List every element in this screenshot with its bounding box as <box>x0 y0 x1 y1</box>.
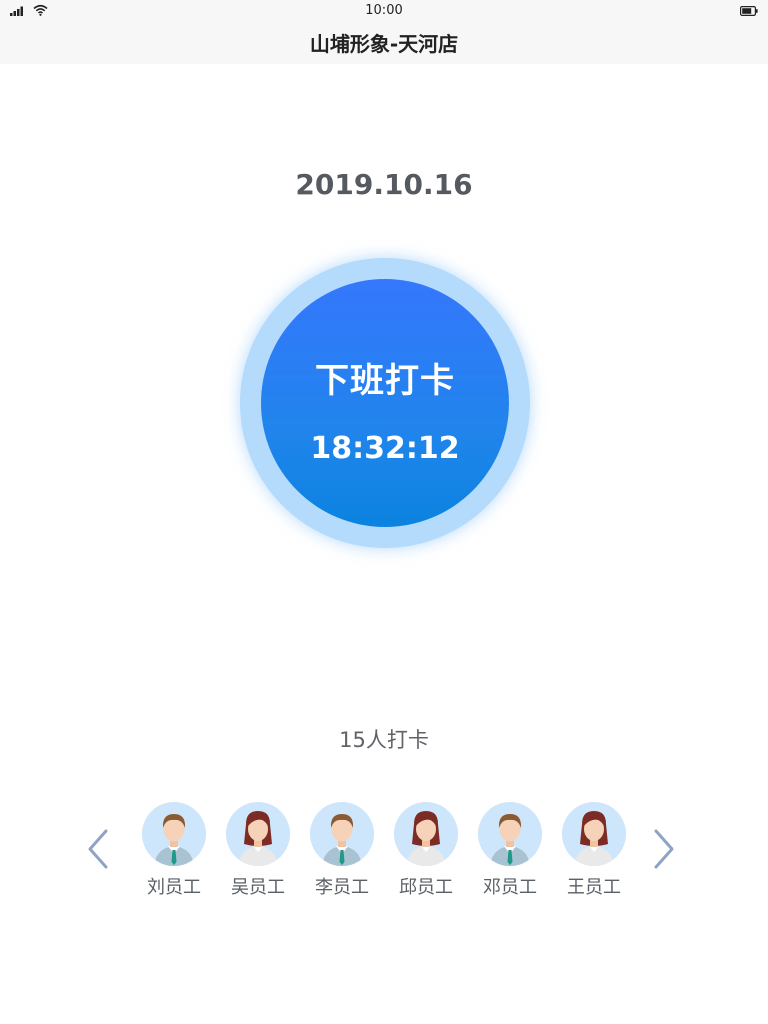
page-title: 山埔形象-天河店 <box>309 32 459 56</box>
navigation-bar: 山埔形象-天河店 <box>0 22 768 64</box>
employee-name: 邱员工 <box>399 877 453 898</box>
avatar <box>394 802 458 866</box>
battery-icon <box>740 6 758 16</box>
employee-item[interactable]: 吴员工 <box>216 800 300 900</box>
avatar <box>142 802 206 866</box>
employee-item[interactable]: 邱员工 <box>384 800 468 900</box>
employee-name: 邓员工 <box>483 877 537 898</box>
avatar <box>310 802 374 866</box>
employee-name: 刘员工 <box>147 877 201 898</box>
employee-item[interactable]: 刘员工 <box>132 800 216 900</box>
chevron-right-icon[interactable] <box>648 827 678 871</box>
checkin-count: 15人打卡 <box>339 728 429 752</box>
employee-name: 吴员工 <box>231 877 285 898</box>
employee-name: 王员工 <box>567 877 621 898</box>
avatar <box>226 802 290 866</box>
employee-item[interactable]: 王员工 <box>552 800 636 900</box>
avatar <box>478 802 542 866</box>
current-date: 2019.10.16 <box>295 168 473 201</box>
employee-item[interactable]: 邓员工 <box>468 800 552 900</box>
employee-item[interactable]: 李员工 <box>300 800 384 900</box>
employee-name: 李员工 <box>315 877 369 898</box>
status-bar: 10:00 <box>0 0 768 22</box>
status-time: 10:00 <box>365 3 403 18</box>
punch-button-time: 18:32:12 <box>310 431 460 466</box>
punch-button-label: 下班打卡 <box>315 361 455 401</box>
punch-out-button[interactable]: 下班打卡 18:32:12 <box>261 279 509 527</box>
avatar <box>562 802 626 866</box>
chevron-left-icon[interactable] <box>84 827 114 871</box>
